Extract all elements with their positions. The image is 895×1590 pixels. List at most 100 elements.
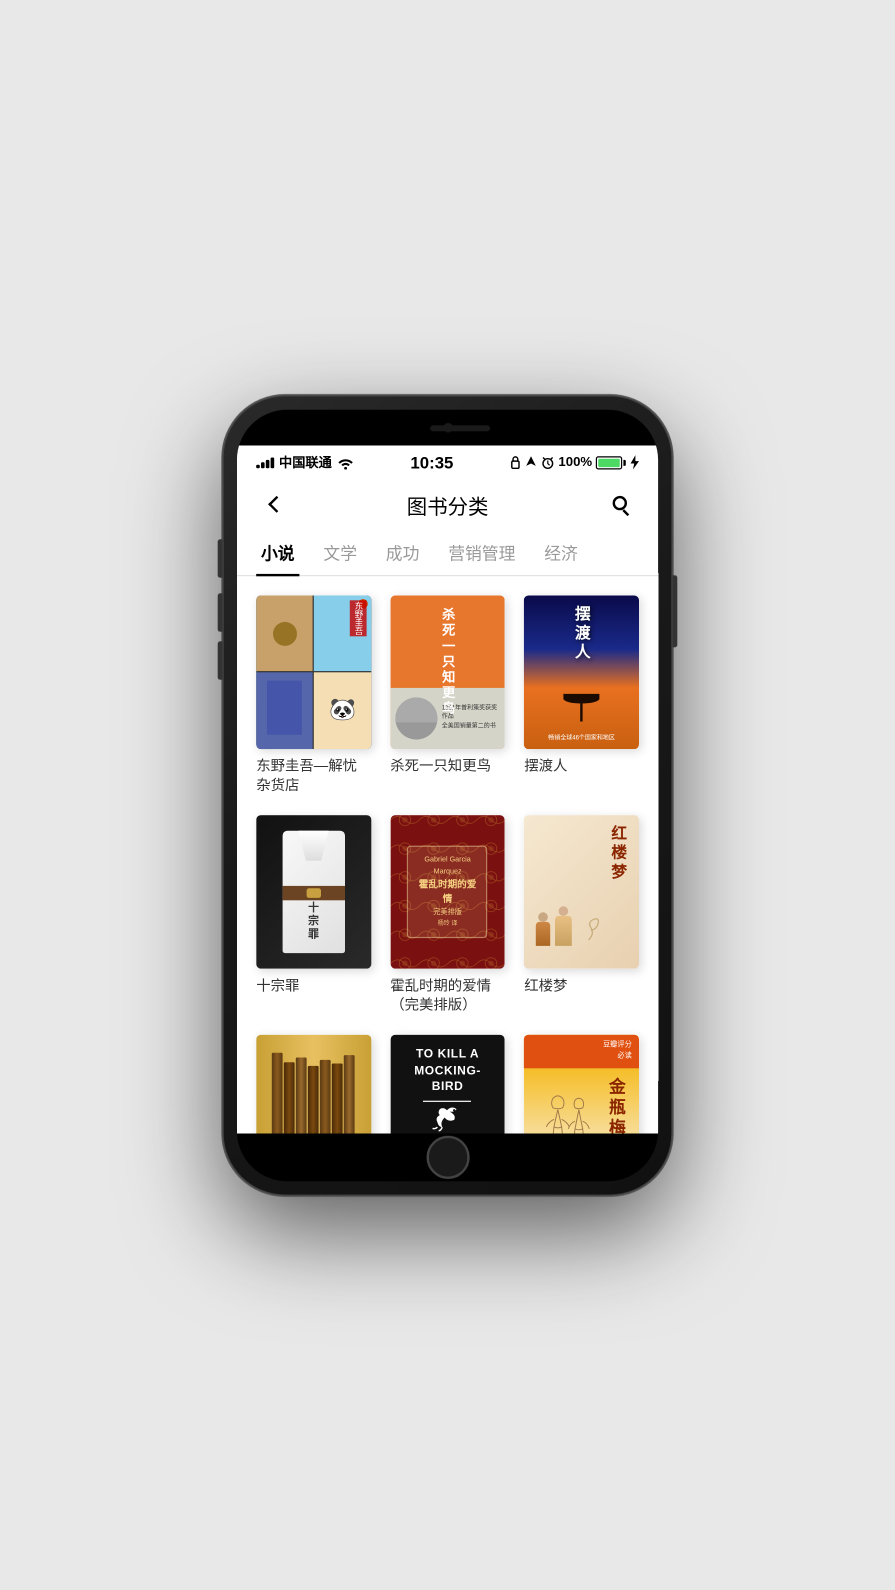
cover3-boat-hull bbox=[563, 694, 599, 704]
page-title: 图书分类 bbox=[407, 489, 489, 519]
cover5-subtitle: 完美排版 bbox=[416, 907, 480, 919]
cover1-cell-1 bbox=[256, 595, 313, 671]
phone-screen: 中国联通 10:35 bbox=[237, 445, 658, 1133]
back-button[interactable] bbox=[256, 486, 292, 522]
signal-bar-3 bbox=[266, 459, 270, 467]
cover1-badge: 东野圭吾 bbox=[349, 600, 366, 636]
cover5-title-cn: 霍乱时期的爱情 bbox=[416, 878, 480, 907]
cover9-figures-svg bbox=[536, 1088, 599, 1132]
cover-4-bg: 十宗罪 bbox=[256, 815, 371, 968]
battery-fill bbox=[598, 458, 620, 466]
book-grid: 🐼 东野圭吾 东野圭吾—解忧杂货店 bbox=[237, 576, 658, 1133]
book-cover bbox=[256, 1035, 371, 1133]
cover7-spine-1 bbox=[272, 1053, 283, 1133]
cover3-mast bbox=[580, 703, 582, 721]
cover-6-bg: 红楼梦 bbox=[524, 815, 639, 968]
book-cover: TO KILL AMOCKING-BIRD bbox=[390, 1035, 505, 1133]
cover8-middle bbox=[423, 1100, 471, 1133]
book-title: 东野圭吾—解忧杂货店 bbox=[256, 755, 371, 795]
book-item[interactable]: 豆瓣评分必读 金瓶梅 bbox=[524, 1035, 639, 1133]
phone-speaker bbox=[430, 424, 490, 430]
book-item[interactable]: 摆渡人 畅销全球46个国家和地区 摆渡人 bbox=[524, 595, 639, 796]
signal-bar-4 bbox=[271, 457, 275, 468]
cover6-body1 bbox=[536, 921, 550, 945]
search-button[interactable] bbox=[603, 486, 639, 522]
cover7-stack bbox=[272, 1046, 355, 1133]
cover4-buckle bbox=[306, 888, 320, 898]
cover3-publisher: 畅销全球46个国家和地区 bbox=[524, 734, 639, 742]
status-left: 中国联通 bbox=[256, 452, 354, 471]
cover6-head1 bbox=[538, 911, 548, 921]
tab-literature[interactable]: 文学 bbox=[319, 532, 362, 575]
book-item[interactable]: 🐼 东野圭吾 东野圭吾—解忧杂货店 bbox=[256, 595, 371, 796]
book-title: 霍乱时期的爱情（完美排版） bbox=[390, 975, 505, 1015]
cover7-spine-5 bbox=[320, 1059, 331, 1133]
cover6-fig2 bbox=[555, 905, 572, 945]
cover4-title-text: 十宗罪 bbox=[306, 901, 322, 941]
cover1-cell-3 bbox=[256, 672, 313, 748]
search-circle-icon bbox=[613, 496, 627, 510]
signal-bar-1 bbox=[256, 464, 260, 468]
book-title: 十宗罪 bbox=[256, 975, 371, 995]
cover2-body-cover bbox=[395, 722, 437, 739]
cover1-clock bbox=[272, 621, 296, 645]
tabs-bar: 小说 文学 成功 营销管理 经济 bbox=[237, 532, 658, 576]
cover7-spine-3 bbox=[296, 1057, 307, 1133]
cover2-portrait bbox=[395, 697, 437, 739]
cover9-figure-area bbox=[536, 1088, 599, 1132]
battery-body bbox=[596, 455, 622, 468]
cover7-spine-2 bbox=[284, 1062, 295, 1133]
cover5-translator: 杨玲 译 bbox=[416, 919, 480, 929]
tab-novel[interactable]: 小说 bbox=[256, 532, 299, 575]
search-icon-wrapper bbox=[613, 496, 630, 513]
book-title: 杀死一只知更鸟 bbox=[390, 755, 505, 775]
book-item[interactable]: 1961年普利策奖获奖作品 全美国销量第二的书 杀死一只知更鸟 杀死一只知更鸟 bbox=[390, 595, 505, 796]
cover7-spine-6 bbox=[332, 1063, 343, 1133]
book-cover: 十宗罪 bbox=[256, 815, 371, 968]
book-cover: 1961年普利策奖获奖作品 全美国销量第二的书 杀死一只知更鸟 bbox=[390, 595, 505, 748]
tab-economics[interactable]: 经济 bbox=[539, 532, 582, 575]
book-cover: 豆瓣评分必读 金瓶梅 bbox=[524, 1035, 639, 1133]
cover2-desc2: 全美国销量第二的书 bbox=[442, 722, 500, 731]
status-time: 10:35 bbox=[410, 452, 453, 471]
cover3-title: 摆渡人 bbox=[570, 605, 593, 663]
cover4-belt bbox=[282, 885, 345, 900]
status-right: 100% bbox=[509, 455, 639, 469]
tab-marketing[interactable]: 营销管理 bbox=[443, 532, 520, 575]
book-item[interactable]: 鲁迅全集 bbox=[256, 1035, 371, 1133]
cover-3-bg: 摆渡人 畅销全球46个国家和地区 bbox=[524, 595, 639, 748]
home-button[interactable] bbox=[426, 1135, 469, 1178]
cover4-shirt: 十宗罪 bbox=[282, 830, 345, 952]
battery-icon bbox=[596, 455, 626, 468]
book-item[interactable]: TO KILL AMOCKING-BIRD bbox=[390, 1035, 505, 1133]
book-cover: Gabriel Garcia Marquez 霍乱时期的爱情 完美排版 杨玲 译 bbox=[390, 815, 505, 968]
cover4-collar bbox=[295, 830, 333, 861]
cover8-divider-top bbox=[423, 1100, 471, 1101]
book-title: 摆渡人 bbox=[524, 755, 639, 775]
cover-1-bg: 🐼 东野圭吾 bbox=[256, 595, 371, 748]
cover2-title-text: 杀死一只知更鸟 bbox=[438, 607, 457, 716]
alarm-icon bbox=[540, 455, 554, 469]
charging-icon bbox=[629, 455, 639, 469]
cover6-figures bbox=[536, 905, 601, 945]
book-item[interactable]: Gabriel Garcia Marquez 霍乱时期的爱情 完美排版 杨玲 译… bbox=[390, 815, 505, 1016]
book-item[interactable]: 十宗罪 十宗罪 bbox=[256, 815, 371, 1016]
phone-device: 中国联通 10:35 bbox=[222, 395, 672, 1195]
nav-bar: 图书分类 bbox=[237, 476, 658, 531]
cover-5-bg: Gabriel Garcia Marquez 霍乱时期的爱情 完美排版 杨玲 译 bbox=[390, 815, 505, 968]
book-item[interactable]: 红楼梦 红楼梦 bbox=[524, 815, 639, 1016]
cover8-bird-icon bbox=[431, 1105, 465, 1131]
cover7-spine-4 bbox=[308, 1066, 319, 1133]
cover4-shirt-wrapper: 十宗罪 bbox=[282, 830, 345, 952]
cover1-rect bbox=[267, 681, 301, 734]
cover5-center-label: Gabriel Garcia Marquez 霍乱时期的爱情 完美排版 杨玲 译 bbox=[407, 845, 487, 937]
phone-bottom-bar bbox=[237, 1133, 658, 1181]
cover-2-bg: 1961年普利策奖获奖作品 全美国销量第二的书 杀死一只知更鸟 bbox=[390, 595, 505, 748]
cover8-main-title: TO KILL AMOCKING-BIRD bbox=[414, 1047, 481, 1096]
cover6-head2 bbox=[558, 905, 568, 915]
cover5-author: Gabriel Garcia Marquez bbox=[416, 854, 480, 878]
cover6-spiral-icon bbox=[576, 915, 600, 945]
tab-success[interactable]: 成功 bbox=[381, 532, 424, 575]
back-chevron-icon bbox=[268, 496, 285, 513]
wifi-icon bbox=[337, 455, 355, 468]
